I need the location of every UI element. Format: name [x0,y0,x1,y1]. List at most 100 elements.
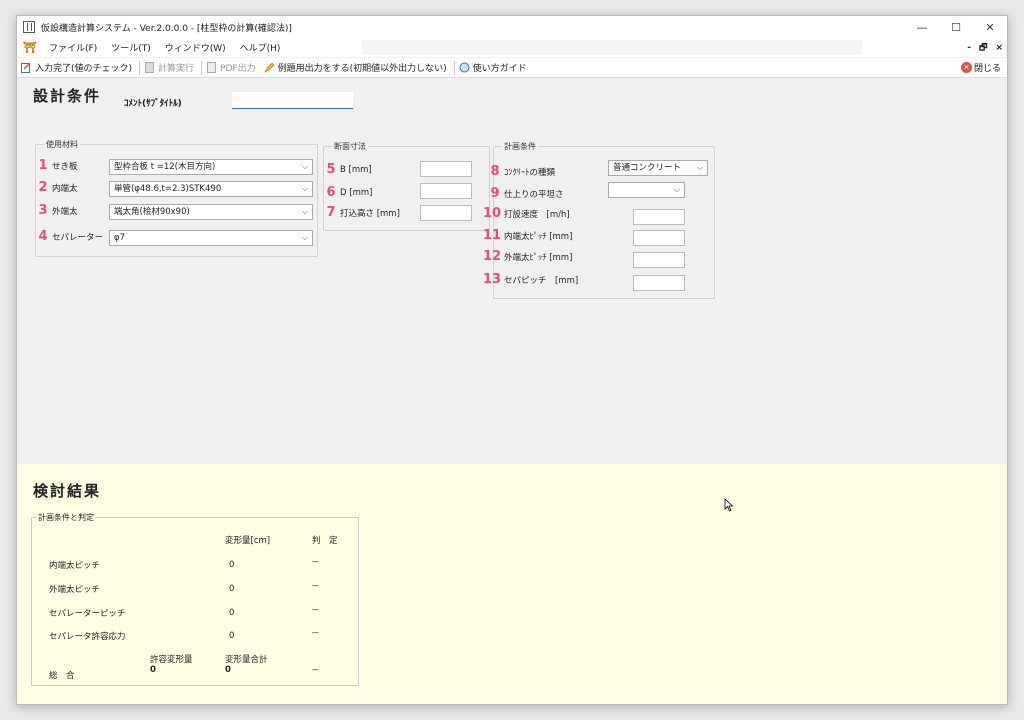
guide-button[interactable]: 使い方ガイド [459,61,531,74]
design-title: 設計条件 [33,87,102,105]
pdf-output-button[interactable]: PDF出力 [206,61,260,74]
field-number: 7 [326,205,336,220]
total-judge: － [311,666,320,676]
chevron-down-icon: ⌵ [673,185,680,194]
comment-label: ｺﾒﾝﾄ(ｻﾌﾞﾀｲﾄﾙ) [124,99,182,109]
field-number: 2 [38,180,48,195]
pdf-icon [207,62,217,73]
guide-label: 使い方ガイド [472,64,527,74]
material-row: 4 セパレーター [37,229,103,244]
results-panel: 検討結果 計画条件と判定 変形量[cm] 判 定 内端太ピッチ 0 － 外端太ピ… [17,464,1007,704]
menu-help[interactable]: ヘルプ(H) [240,41,281,54]
sum-deform-value: 0 [225,665,231,675]
field-number: 8 [490,164,500,179]
result-row-judge: － [311,629,320,639]
separator-pitch-input[interactable] [633,275,685,291]
chevron-down-icon: ⌵ [301,207,308,216]
plan-row: 9 仕上りの平坦さ [489,186,564,201]
field-number: 11 [483,228,502,243]
result-row-judge: － [311,582,320,592]
main-window: 仮設構造計算システム - Ver.2.0.0.0 - [柱型枠の計算(確認法)]… [16,15,1008,705]
input-complete-button[interactable]: 入力完了(値のチェック) [21,61,136,74]
flatness-select[interactable]: ⌵ [608,182,685,198]
sum-deform-header: 変形量合計 [225,655,268,665]
pour-speed-input[interactable] [633,209,685,225]
close-form-label: 閉じる [973,64,1001,74]
pour-height-input[interactable] [420,205,472,221]
menu-window[interactable]: ウィンドウ(W) [165,41,226,54]
plan-row: 8 ｺﾝｸﾘｰﾄの種類 [489,164,555,179]
menu-file[interactable]: ファイル(F) [49,41,97,54]
select-value: 型枠合板 t =12(木目方向) [114,162,216,172]
select-value: φ7 [114,233,126,243]
field-label: 仕上りの平坦さ [504,189,564,200]
chevron-down-icon: ⌵ [301,162,308,171]
menu-bar: ⛩ ファイル(F) ツール(T) ウィンドウ(W) ヘルプ(H) [17,38,1007,57]
calc-run-label: 計算実行 [158,64,195,74]
menu-tools[interactable]: ツール(T) [111,41,151,54]
calc-run-button[interactable]: 計算実行 [144,61,198,74]
allow-deform-header: 許容変形量 [150,655,193,665]
close-form-button[interactable]: ✕ 閉じる [960,61,1001,74]
depth-d-input[interactable] [420,183,472,199]
sheathing-select[interactable]: 型枠合板 t =12(木目方向) ⌵ [109,159,313,175]
maximize-button[interactable]: ☐ [939,16,973,38]
select-value: 単管(φ48.6,t=2.3)STK490 [114,184,222,194]
minimize-button[interactable]: — [905,16,939,38]
example-output-label: 例題用出力をする(初期値以外出力しない) [277,64,447,74]
materials-legend: 使用材料 [46,140,78,149]
inner-batten-pitch-input[interactable] [633,230,685,246]
pdf-output-label: PDF出力 [220,64,256,74]
section-legend: 断面寸法 [334,142,366,151]
mdi-restore-button[interactable]: 🗗 [979,40,987,56]
window-title: 仮設構造計算システム - Ver.2.0.0.0 - [柱型枠の計算(確認法)] [41,23,292,34]
field-label: セパピッチ [mm] [504,275,579,286]
field-number: 10 [483,206,502,221]
pencil-icon [263,62,275,73]
field-number: 12 [483,249,502,264]
concrete-type-select[interactable]: 普通コンクリート ⌵ [608,160,708,176]
field-number: 9 [490,186,500,201]
select-value: 端太角(桧材90x90) [114,207,190,217]
outer-batten-select[interactable]: 端太角(桧材90x90) ⌵ [109,204,313,220]
app-icon [23,21,35,33]
section-row: 5 B [mm] [325,162,371,177]
field-label: 外端太ﾋﾟｯﾁ [mm] [504,252,573,263]
close-window-button[interactable]: ✕ [973,16,1007,38]
guide-icon [459,62,470,73]
plan-row: 10 打設速度 [m/h] [483,206,570,221]
result-row-judge: － [311,558,320,568]
app-menu-icon[interactable]: ⛩ [23,41,37,54]
separator-select[interactable]: φ7 ⌵ [109,230,313,246]
outer-batten-pitch-input[interactable] [633,252,685,268]
field-number: 13 [483,272,502,287]
design-conditions-panel: 設計条件 ｺﾒﾝﾄ(ｻﾌﾞﾀｲﾄﾙ) 使用材料 1 せき板 型枠合板 t =12… [17,79,1007,464]
mdi-minimize-button[interactable]: - [967,43,971,53]
result-row-label: セパレーターピッチ [49,609,126,619]
results-title: 検討結果 [33,482,102,500]
mouse-cursor-icon [724,498,734,512]
input-complete-label: 入力完了(値のチェック) [35,64,133,74]
field-number: 3 [38,203,48,218]
field-label: 外端太 [52,206,78,217]
result-row-label: セパレータ許容応力 [49,632,126,642]
plan-legend: 計画条件 [504,142,536,151]
material-row: 3 外端太 [37,203,78,218]
field-number: 1 [38,158,48,173]
mdi-close-button[interactable]: × [995,43,1003,53]
field-number: 6 [326,185,336,200]
field-label: 打込高さ [mm] [340,208,400,219]
result-row-judge: － [311,606,320,616]
field-label: ｺﾝｸﾘｰﾄの種類 [504,167,556,178]
comment-input[interactable] [232,92,353,109]
example-output-button[interactable]: 例題用出力をする(初期値以外出力しない) [263,61,451,74]
deform-header: 変形量[cm] [225,536,271,546]
judge-header: 判 定 [312,536,338,546]
width-b-input[interactable] [420,161,472,177]
total-label: 総 合 [49,671,75,681]
plan-row: 12 外端太ﾋﾟｯﾁ [mm] [483,249,572,264]
inner-batten-select[interactable]: 単管(φ48.6,t=2.3)STK490 ⌵ [109,181,313,197]
field-label: D [mm] [340,187,373,198]
allow-deform-value: 0 [150,665,156,675]
results-group: 計画条件と判定 [31,512,359,686]
